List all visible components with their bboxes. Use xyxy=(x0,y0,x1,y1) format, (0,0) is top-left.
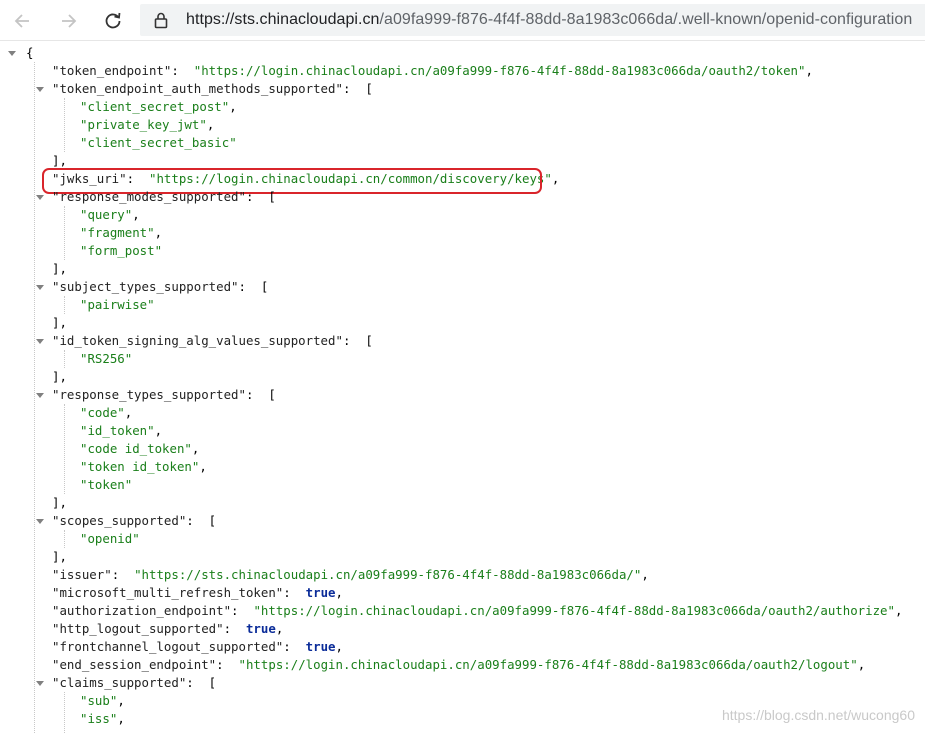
json-line-auth-methods: "token_endpoint_auth_methods_supported":… xyxy=(52,81,373,96)
reload-icon xyxy=(105,12,121,29)
reload-button[interactable] xyxy=(100,8,126,34)
json-line-response-types: "response_types_supported": [ xyxy=(52,387,276,402)
json-array-item: "sub", xyxy=(80,693,125,708)
json-line-claims: "claims_supported": [ xyxy=(52,675,217,690)
json-line: ], xyxy=(52,549,67,564)
json-line: ], xyxy=(52,369,67,384)
url-host: https://sts.chinacloudapi.cn xyxy=(186,11,380,28)
indent-guide xyxy=(64,350,65,368)
json-array-item: "client_secret_post", xyxy=(80,99,237,114)
json-array-item: "form_post" xyxy=(80,243,163,258)
collapse-toggle-subject-types[interactable] xyxy=(36,285,44,290)
collapse-toggle-response-modes[interactable] xyxy=(36,195,44,200)
indent-guide xyxy=(34,62,35,733)
indent-guide xyxy=(64,296,65,314)
arrow-right-icon xyxy=(62,14,77,28)
json-line-multi-refresh: "microsoft_multi_refresh_token": true, xyxy=(52,585,343,600)
json-line-end-session: "end_session_endpoint": "https://login.c… xyxy=(52,657,866,672)
json-line-subject-types: "subject_types_supported": [ xyxy=(52,279,269,294)
json-array-item: "id_token", xyxy=(80,423,163,438)
collapse-toggle-scopes[interactable] xyxy=(36,519,44,524)
json-line-response-modes: "response_modes_supported": [ xyxy=(52,189,276,204)
collapse-toggle-root[interactable] xyxy=(8,51,16,56)
collapse-toggle-response-types[interactable] xyxy=(36,393,44,398)
indent-guide xyxy=(64,98,65,152)
json-line: ], xyxy=(52,261,67,276)
json-line-issuer: "issuer": "https://sts.chinacloudapi.cn/… xyxy=(52,567,649,582)
collapse-toggle-alg-values[interactable] xyxy=(36,339,44,344)
json-line-scopes: "scopes_supported": [ xyxy=(52,513,217,528)
indent-guide xyxy=(64,206,65,260)
indent-guide xyxy=(64,692,65,733)
collapse-toggle-auth-methods[interactable] xyxy=(36,87,44,92)
json-array-item: "code", xyxy=(80,405,133,420)
json-array-item: "token" xyxy=(80,477,133,492)
json-line: ], xyxy=(52,153,67,168)
address-bar[interactable]: https://sts.chinacloudapi.cn/a09fa999-f8… xyxy=(140,4,925,36)
json-array-item: "token id_token", xyxy=(80,459,207,474)
json-line: ], xyxy=(52,495,67,510)
lock-icon[interactable] xyxy=(153,11,169,29)
browser-toolbar: https://sts.chinacloudapi.cn/a09fa999-f8… xyxy=(0,0,925,41)
json-array-item: "RS256" xyxy=(80,351,133,366)
json-array-item: "private_key_jwt", xyxy=(80,117,215,132)
watermark: https://blog.csdn.net/wucong60 xyxy=(721,707,915,723)
back-button[interactable] xyxy=(10,8,36,34)
arrow-left-icon xyxy=(14,14,29,28)
json-line-frontchannel-logout: "frontchannel_logout_supported": true, xyxy=(52,639,343,654)
json-array-item: "pairwise" xyxy=(80,297,155,312)
json-line: { xyxy=(26,45,34,60)
indent-guide xyxy=(64,404,65,494)
json-array-item: "iss", xyxy=(80,711,125,726)
json-line: ], xyxy=(52,315,67,330)
json-array-item: "code id_token", xyxy=(80,441,200,456)
collapse-toggle-claims[interactable] xyxy=(36,681,44,686)
json-line-jwks-uri: "jwks_uri": "https://login.chinacloudapi… xyxy=(52,171,560,186)
json-viewer: { "token_endpoint": "https://login.china… xyxy=(0,40,925,733)
json-line-alg-values: "id_token_signing_alg_values_supported":… xyxy=(52,333,373,348)
forward-button[interactable] xyxy=(55,8,81,34)
url-text[interactable]: https://sts.chinacloudapi.cn/a09fa999-f8… xyxy=(186,11,912,29)
indent-guide xyxy=(64,530,65,548)
json-line-token-endpoint: "token_endpoint": "https://login.chinacl… xyxy=(52,63,813,78)
json-array-item: "client_secret_basic" xyxy=(80,135,237,150)
json-array-item: "openid" xyxy=(80,531,140,546)
json-array-item: "query", xyxy=(80,207,140,222)
json-line-authorization-endpoint: "authorization_endpoint": "https://login… xyxy=(52,603,903,618)
json-array-item: "fragment", xyxy=(80,225,163,240)
json-line-http-logout: "http_logout_supported": true, xyxy=(52,621,284,636)
url-path: /a09fa999-f876-4f4f-88dd-8a1983c066da/.w… xyxy=(379,11,913,28)
